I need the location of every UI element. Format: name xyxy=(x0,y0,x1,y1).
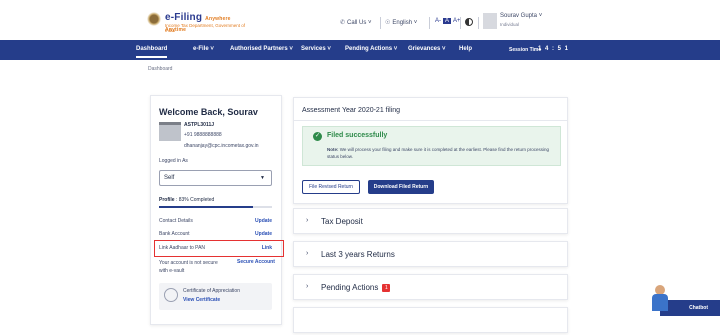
divider xyxy=(460,17,461,29)
divider xyxy=(478,17,479,29)
divider xyxy=(380,17,381,29)
assessment-title: Assessment Year 2020-21 filing xyxy=(302,107,401,114)
contrast-icon[interactable] xyxy=(465,18,473,26)
chatbot-avatar-icon[interactable] xyxy=(652,285,668,311)
link-aadhaar-link[interactable]: Link xyxy=(262,245,272,251)
chevron-down-icon: ˅ xyxy=(393,46,398,52)
logged-in-as-select[interactable]: Self ▼ xyxy=(159,170,272,186)
main-nav: Dashboard e-File ˅ Authorised Partners ˅… xyxy=(0,40,720,60)
check-circle-icon: ✓ xyxy=(313,132,322,141)
chevron-right-icon: › xyxy=(306,217,309,224)
accordion-next[interactable] xyxy=(293,307,568,333)
nav-dashboard[interactable]: Dashboard xyxy=(136,46,168,58)
profile-completion: Profile : 83% Completed xyxy=(159,197,215,203)
chevron-right-icon: › xyxy=(306,250,309,257)
vault-status-text: Your account is not secure with e-vault xyxy=(159,260,218,274)
divider xyxy=(429,17,430,29)
accordion-last-3-years-returns[interactable]: › Last 3 years Returns xyxy=(293,241,568,267)
user-role: Individual xyxy=(500,22,520,27)
certificate-title: Certificate of Appreciation xyxy=(183,288,240,294)
nav-pending-actions[interactable]: Pending Actions ˅ xyxy=(345,46,397,52)
nav-efile[interactable]: e-File ˅ xyxy=(193,46,214,52)
welcome-heading: Welcome Back, Sourav xyxy=(159,107,258,117)
contact-details-label: Contact Details xyxy=(159,218,193,224)
award-ribbon-icon xyxy=(164,288,178,302)
efiling-logo[interactable]: e-Filing Anywhere Anytime Income Tax Dep… xyxy=(146,12,246,33)
profile-card: Welcome Back, Sourav ASTPL3011J +91 9888… xyxy=(150,95,284,325)
view-certificate-link[interactable]: View Certificate xyxy=(183,297,220,303)
chevron-down-icon: ˅ xyxy=(538,13,543,19)
text-size-controls: A- A A+ xyxy=(435,18,461,24)
chevron-down-icon: ˅ xyxy=(413,20,418,26)
pan-number: ASTPL3011J xyxy=(184,122,215,128)
assessment-card: Assessment Year 2020-21 filing ✓ Filed s… xyxy=(293,97,568,204)
profile-photo xyxy=(159,122,181,141)
chevron-down-icon: ˅ xyxy=(289,46,293,52)
pending-count-badge: 1 xyxy=(382,284,391,292)
nav-help[interactable]: Help xyxy=(459,46,472,52)
profile-progress-bar xyxy=(159,206,272,208)
chevron-right-icon: › xyxy=(306,283,309,290)
update-contact-link[interactable]: Update xyxy=(255,218,272,224)
phone-number: +91 9888888888 xyxy=(184,132,222,138)
success-banner: ✓ Filed successfully Note: We will proce… xyxy=(302,126,561,166)
language-select[interactable]: ☉ English ˅ xyxy=(385,19,417,26)
link-aadhaar-label: Link Aadhaar to PAN xyxy=(159,245,206,251)
accordion-pending-actions[interactable]: › Pending Actions 1 xyxy=(293,274,568,300)
brand-name: e-Filing xyxy=(165,12,203,23)
session-time-label: Session Time xyxy=(509,47,542,53)
chevron-down-icon: ˅ xyxy=(327,46,331,52)
bank-account-label: Bank Account xyxy=(159,231,190,237)
download-filed-return-button[interactable]: Download Filed Return xyxy=(368,180,434,194)
breadcrumb[interactable]: Dashboard xyxy=(148,66,172,72)
file-revised-return-button[interactable]: File Revised Return xyxy=(302,180,360,194)
chevron-down-icon: ˅ xyxy=(442,46,446,52)
avatar[interactable] xyxy=(483,13,497,29)
accordion-tax-deposit[interactable]: › Tax Deposit xyxy=(293,208,568,234)
success-heading: Filed successfully xyxy=(327,132,388,139)
brand-tagline: Income Tax Department, Government of Ind… xyxy=(165,23,245,33)
chevron-down-icon: ˅ xyxy=(210,46,214,52)
call-us-button[interactable]: ✆ Call Us ˅ xyxy=(340,19,372,26)
chevron-down-icon: ˅ xyxy=(368,20,372,26)
user-menu[interactable]: Sourav Gupta ˅ xyxy=(500,13,542,19)
text-size-small[interactable]: A- xyxy=(435,18,441,24)
text-size-normal[interactable]: A xyxy=(443,18,452,24)
divider xyxy=(294,120,567,121)
chatbot-button[interactable]: Chatbot xyxy=(660,300,720,316)
update-bank-link[interactable]: Update xyxy=(255,231,272,237)
caret-down-icon: ▼ xyxy=(260,175,265,181)
top-header: e-Filing Anywhere Anytime Income Tax Dep… xyxy=(0,0,720,40)
nav-services[interactable]: Services ˅ xyxy=(301,46,331,52)
profile-progress-fill xyxy=(159,206,253,208)
logged-in-as-label: Logged in As xyxy=(159,158,188,164)
success-note: Note: We will process your filing and ma… xyxy=(327,147,550,159)
nav-grievances[interactable]: Grievances ˅ xyxy=(408,46,446,52)
email-address: dhananjay@cpc.incometax.gov.in xyxy=(184,143,259,149)
session-time-value: 1 4 : 5 1 xyxy=(538,46,570,52)
nav-authorised-partners[interactable]: Authorised Partners ˅ xyxy=(230,46,293,52)
secure-account-link[interactable]: Secure Account xyxy=(237,259,275,265)
globe-icon: ☉ xyxy=(385,20,391,26)
emblem-icon xyxy=(146,12,162,32)
phone-icon: ✆ xyxy=(340,20,346,26)
certificate-box: Certificate of Appreciation View Certifi… xyxy=(159,283,272,310)
